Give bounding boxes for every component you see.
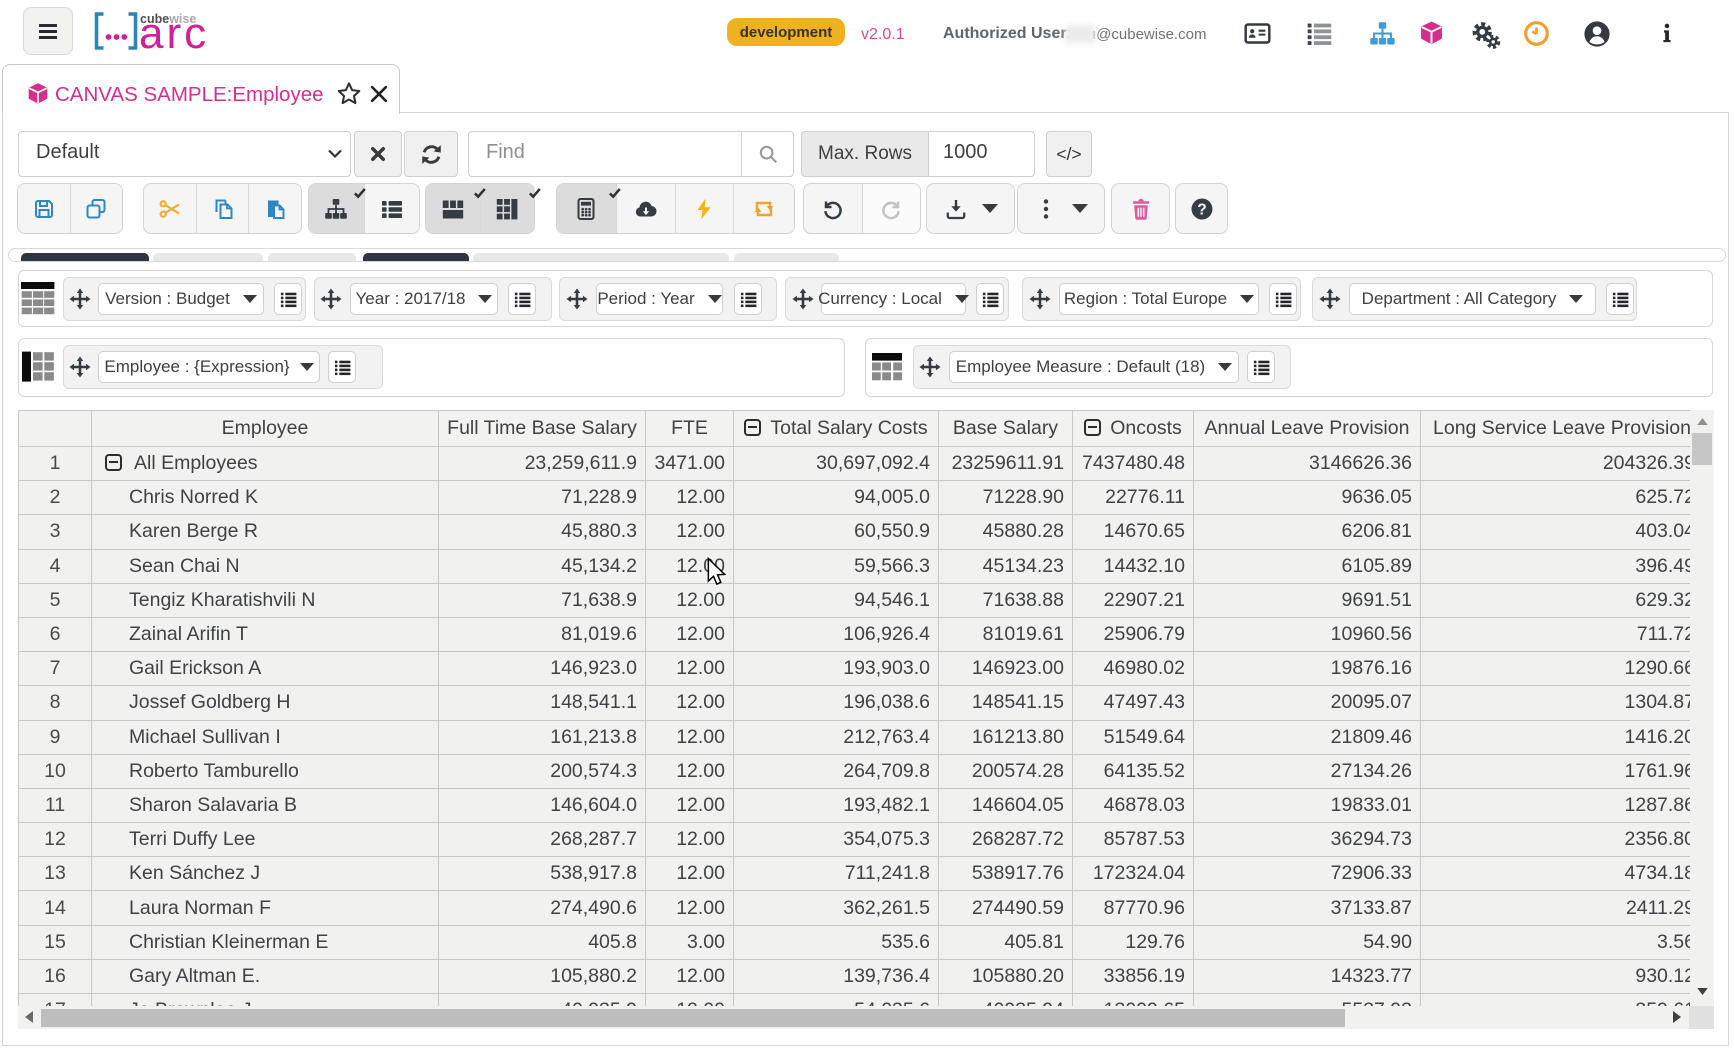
svg-text:?: ?: [1197, 201, 1206, 218]
